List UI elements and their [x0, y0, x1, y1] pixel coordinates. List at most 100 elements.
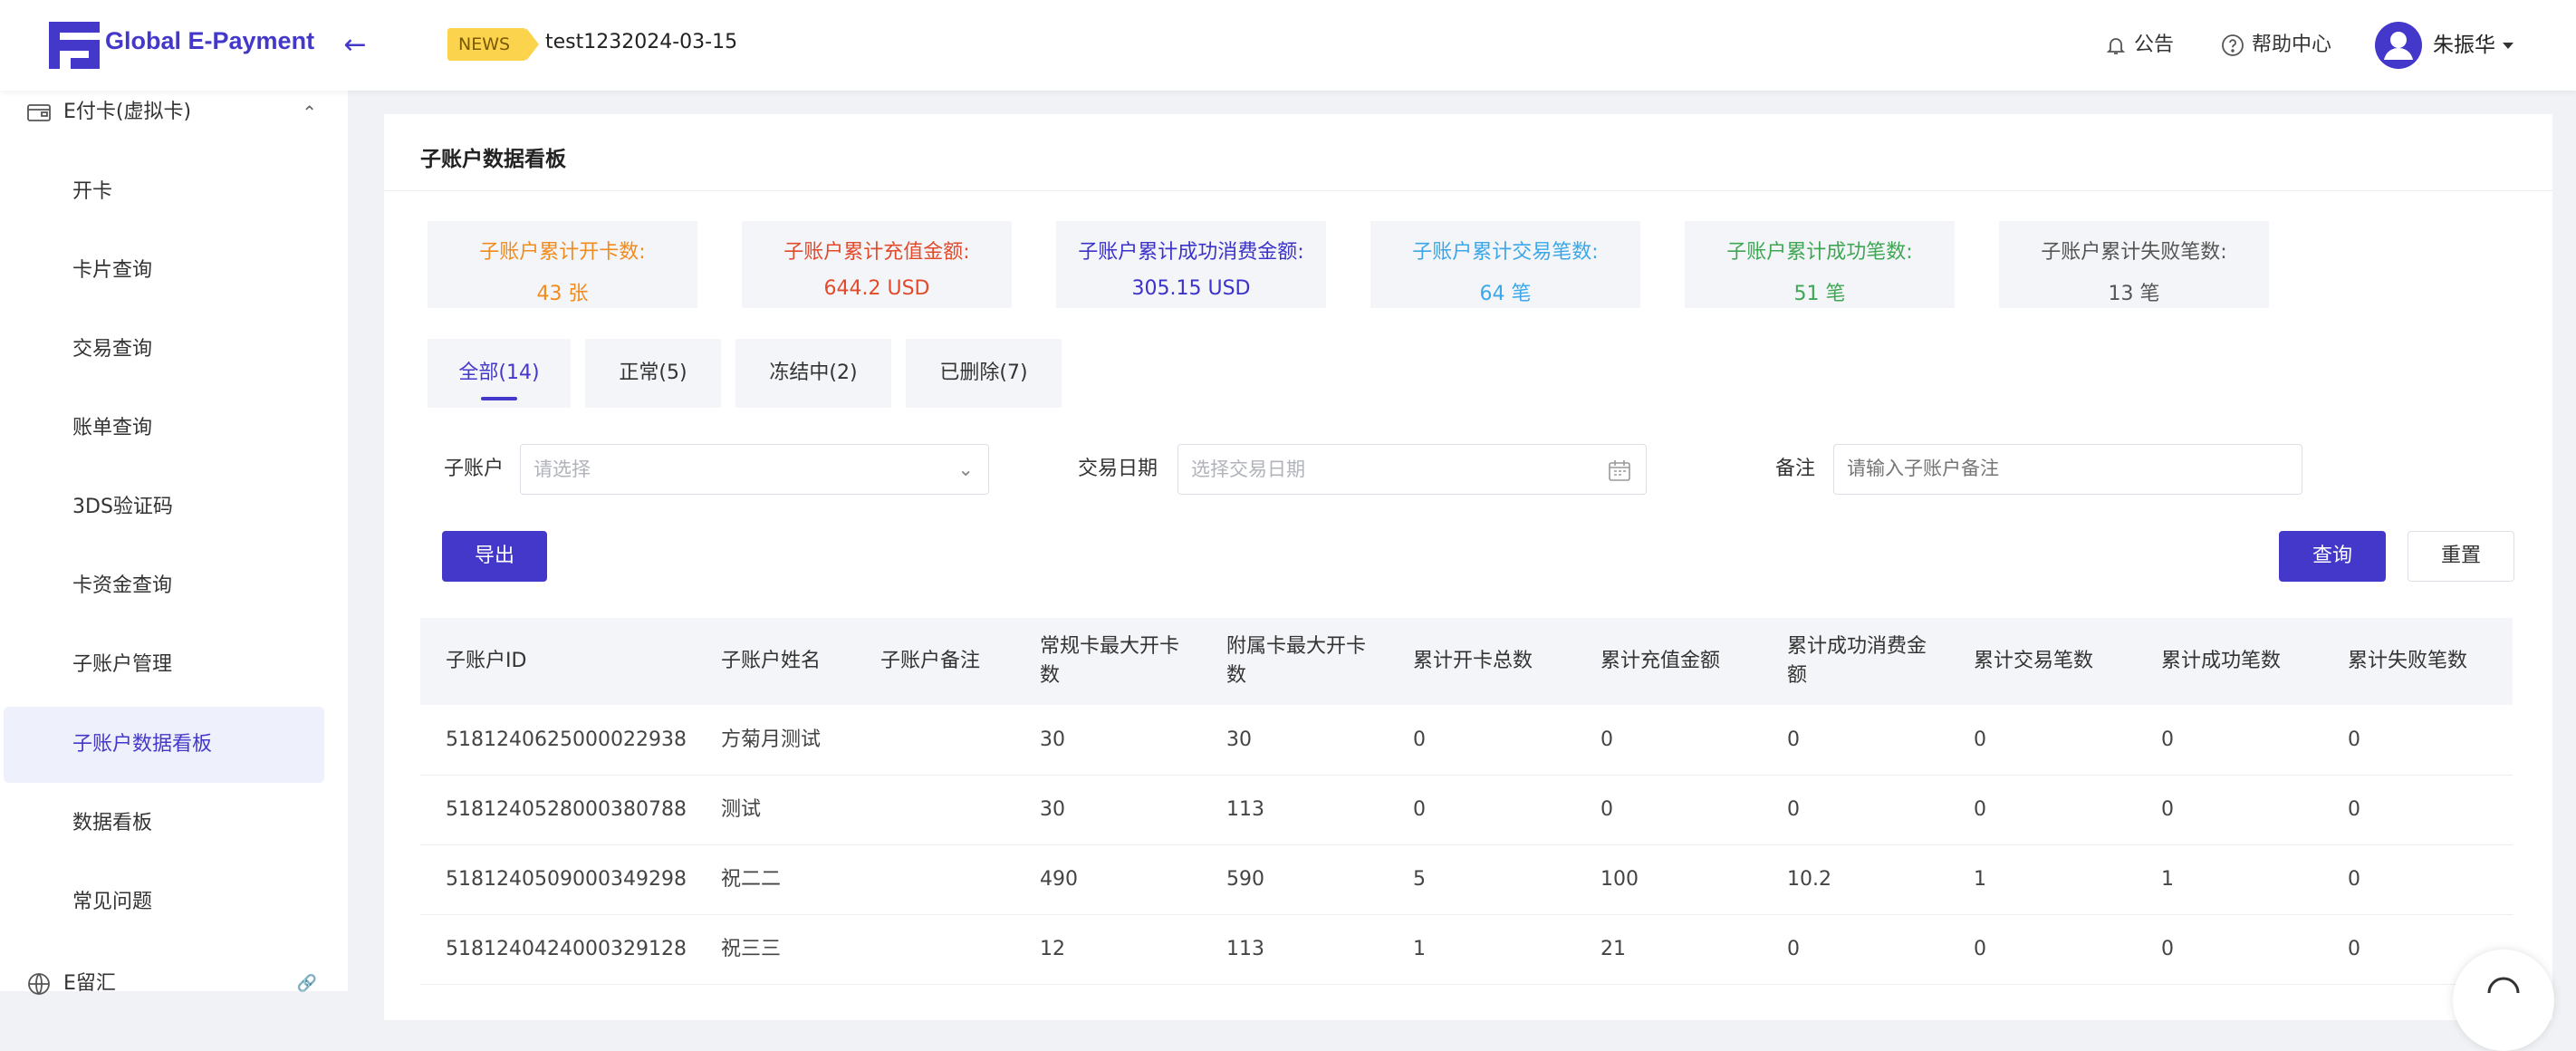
- tab-all[interactable]: 全部(14): [428, 339, 571, 408]
- cell-subaccount-name: 方菊月测试: [721, 728, 822, 751]
- tab-deleted[interactable]: 已删除(7): [906, 339, 1062, 408]
- sidebar-item-bill-query[interactable]: 账单查询: [4, 391, 324, 467]
- subaccount-select-placeholder: 请选择: [533, 458, 591, 480]
- column-header: 累计开卡总数: [1413, 650, 1533, 672]
- logo-icon: [49, 22, 100, 69]
- cell-recharge-amount: 21: [1600, 938, 1626, 960]
- user-menu[interactable]: 朱振华: [2433, 27, 2514, 63]
- date-filter-label: 交易日期: [1078, 458, 1158, 480]
- cell-subaccount-id: 5181240424000329128: [446, 938, 687, 960]
- logo-text: Global E-Payment: [105, 27, 315, 54]
- cell-sub-card-max: 30: [1226, 728, 1252, 751]
- remark-filter-label: 备注: [1775, 458, 1816, 480]
- transaction-date-picker[interactable]: 选择交易日期: [1177, 444, 1647, 495]
- stat-value: 51 笔: [1793, 283, 1846, 305]
- cell-subaccount-name: 测试: [721, 798, 762, 821]
- cell-success-count: 0: [2161, 798, 2174, 821]
- cell-transaction-count: 0: [1974, 798, 1986, 821]
- sidebar-item-subaccount-mgmt[interactable]: 子账户管理: [4, 627, 324, 703]
- floating-support-button[interactable]: [2453, 950, 2554, 1051]
- table-row[interactable]: 5181240424000329128 祝三三 12 113 1 21 0 0 …: [420, 914, 2513, 985]
- news-ticker-text[interactable]: test1232024-03-15: [545, 31, 737, 53]
- sidebar-item-faq[interactable]: 常见问题: [4, 864, 324, 940]
- headset-icon: [2487, 977, 2520, 994]
- table-row[interactable]: 5181240625000022938 方菊月测试 30 30 0 0 0 0 …: [420, 705, 2513, 776]
- help-center-link[interactable]: 帮助中心: [2221, 27, 2331, 63]
- globe-icon: [28, 973, 50, 995]
- news-badge: NEWS: [447, 28, 540, 61]
- sidebar-item-card-funds[interactable]: 卡资金查询: [4, 548, 324, 624]
- query-button[interactable]: 查询: [2279, 531, 2386, 582]
- notice-link[interactable]: 公告: [2105, 27, 2174, 63]
- sidebar-item-3ds-code[interactable]: 3DS验证码: [4, 469, 324, 545]
- stat-label: 子账户累计失败笔数:: [2041, 241, 2227, 264]
- stat-card-transaction-count: 子账户累计交易笔数: 64 笔: [1370, 221, 1640, 308]
- avatar[interactable]: [2375, 22, 2422, 69]
- stat-label: 子账户累计充值金额:: [783, 241, 970, 264]
- question-circle-icon: [2222, 34, 2244, 56]
- user-icon: [2384, 32, 2413, 60]
- calendar-icon: [1608, 445, 1631, 494]
- sidebar-item-transaction-query[interactable]: 交易查询: [4, 312, 324, 388]
- sidebar-item-card-query[interactable]: 卡片查询: [4, 233, 324, 309]
- column-header: 累计成功笔数: [2161, 650, 2282, 672]
- cell-total-cards: 0: [1413, 728, 1426, 751]
- subaccount-filter-label: 子账户: [444, 458, 505, 480]
- stat-label: 子账户累计成功笔数:: [1726, 241, 1913, 264]
- tab-normal[interactable]: 正常(5): [585, 339, 721, 408]
- cell-recharge-amount: 0: [1600, 728, 1613, 751]
- column-header: 子账户ID: [446, 650, 527, 672]
- cell-fail-count: 0: [2348, 728, 2360, 751]
- caret-down-icon: [2503, 43, 2514, 49]
- sidebar-item-open-card[interactable]: 开卡: [4, 154, 324, 230]
- cell-recharge-amount: 0: [1600, 798, 1613, 821]
- top-header: Global E-Payment ← NEWS test1232024-03-1…: [0, 0, 2576, 91]
- reset-button[interactable]: 重置: [2408, 531, 2514, 582]
- export-button[interactable]: 导出: [442, 531, 547, 582]
- cell-subaccount-id: 5181240528000380788: [446, 798, 687, 821]
- tab-frozen[interactable]: 冻结中(2): [735, 339, 891, 408]
- cell-fail-count: 0: [2348, 938, 2360, 960]
- chevron-down-icon: ⌄: [957, 458, 974, 480]
- cell-recharge-amount: 100: [1600, 868, 1639, 891]
- cell-spend-amount: 10.2: [1787, 868, 1831, 891]
- stat-card-success-count: 子账户累计成功笔数: 51 笔: [1685, 221, 1955, 308]
- column-header: 子账户姓名: [721, 650, 822, 672]
- remark-input[interactable]: [1833, 444, 2302, 495]
- sidebar-item-dashboard[interactable]: 数据看板: [4, 786, 324, 862]
- cell-subaccount-name: 祝三三: [721, 938, 782, 960]
- stat-value: 64 笔: [1479, 283, 1532, 305]
- stat-card-open-count: 子账户累计开卡数: 43 张: [428, 221, 697, 308]
- cell-subaccount-id: 5181240509000349298: [446, 868, 687, 891]
- collapse-sidebar-icon[interactable]: ←: [337, 27, 373, 63]
- link-icon: 🔗: [296, 974, 317, 993]
- cell-fail-count: 0: [2348, 868, 2360, 891]
- column-header: 累计交易笔数: [1974, 650, 2094, 672]
- stat-card-fail-count: 子账户累计失败笔数: 13 笔: [1999, 221, 2269, 308]
- sidebar-group-ecard[interactable]: E付卡(虚拟卡) ⌃: [27, 94, 317, 130]
- cell-spend-amount: 0: [1787, 798, 1800, 821]
- username-label: 朱振华: [2433, 34, 2495, 57]
- column-header: 累计充值金额: [1600, 650, 1721, 672]
- cell-sub-card-max: 590: [1226, 868, 1264, 891]
- stat-label: 子账户累计开卡数:: [479, 241, 646, 264]
- sidebar-group-eliuhui[interactable]: E留汇 🔗: [27, 966, 317, 1002]
- notice-label: 公告: [2134, 34, 2175, 56]
- stat-label: 子账户累计交易笔数:: [1412, 241, 1599, 264]
- stat-card-spend-amount: 子账户累计成功消费金额: 305.15 USD: [1056, 221, 1326, 308]
- sidebar: E付卡(虚拟卡) ⌃ 开卡 卡片查询 交易查询 账单查询 3DS验证码 卡资金查…: [0, 91, 348, 995]
- main-panel: 子账户数据看板 子账户累计开卡数: 43 张 子账户累计充值金额: 644.2 …: [384, 114, 2552, 1020]
- cell-spend-amount: 0: [1787, 728, 1800, 751]
- stat-value: 13 笔: [2108, 283, 2160, 305]
- subaccount-select[interactable]: 请选择 ⌄: [520, 444, 989, 495]
- table-row[interactable]: 5181240509000349298 祝二二 490 590 5 100 10…: [420, 844, 2513, 915]
- cell-success-count: 0: [2161, 728, 2174, 751]
- table-row[interactable]: 5181240528000380788 测试 30 113 0 0 0 0 0 …: [420, 775, 2513, 845]
- cell-total-cards: 5: [1413, 868, 1426, 891]
- cell-transaction-count: 0: [1974, 728, 1986, 751]
- cell-sub-card-max: 113: [1226, 938, 1264, 960]
- panel-divider: [384, 190, 2552, 191]
- column-header: 子账户备注: [880, 650, 981, 672]
- stat-value: 305.15 USD: [1131, 277, 1251, 300]
- sidebar-item-subaccount-dashboard[interactable]: 子账户数据看板: [4, 707, 324, 783]
